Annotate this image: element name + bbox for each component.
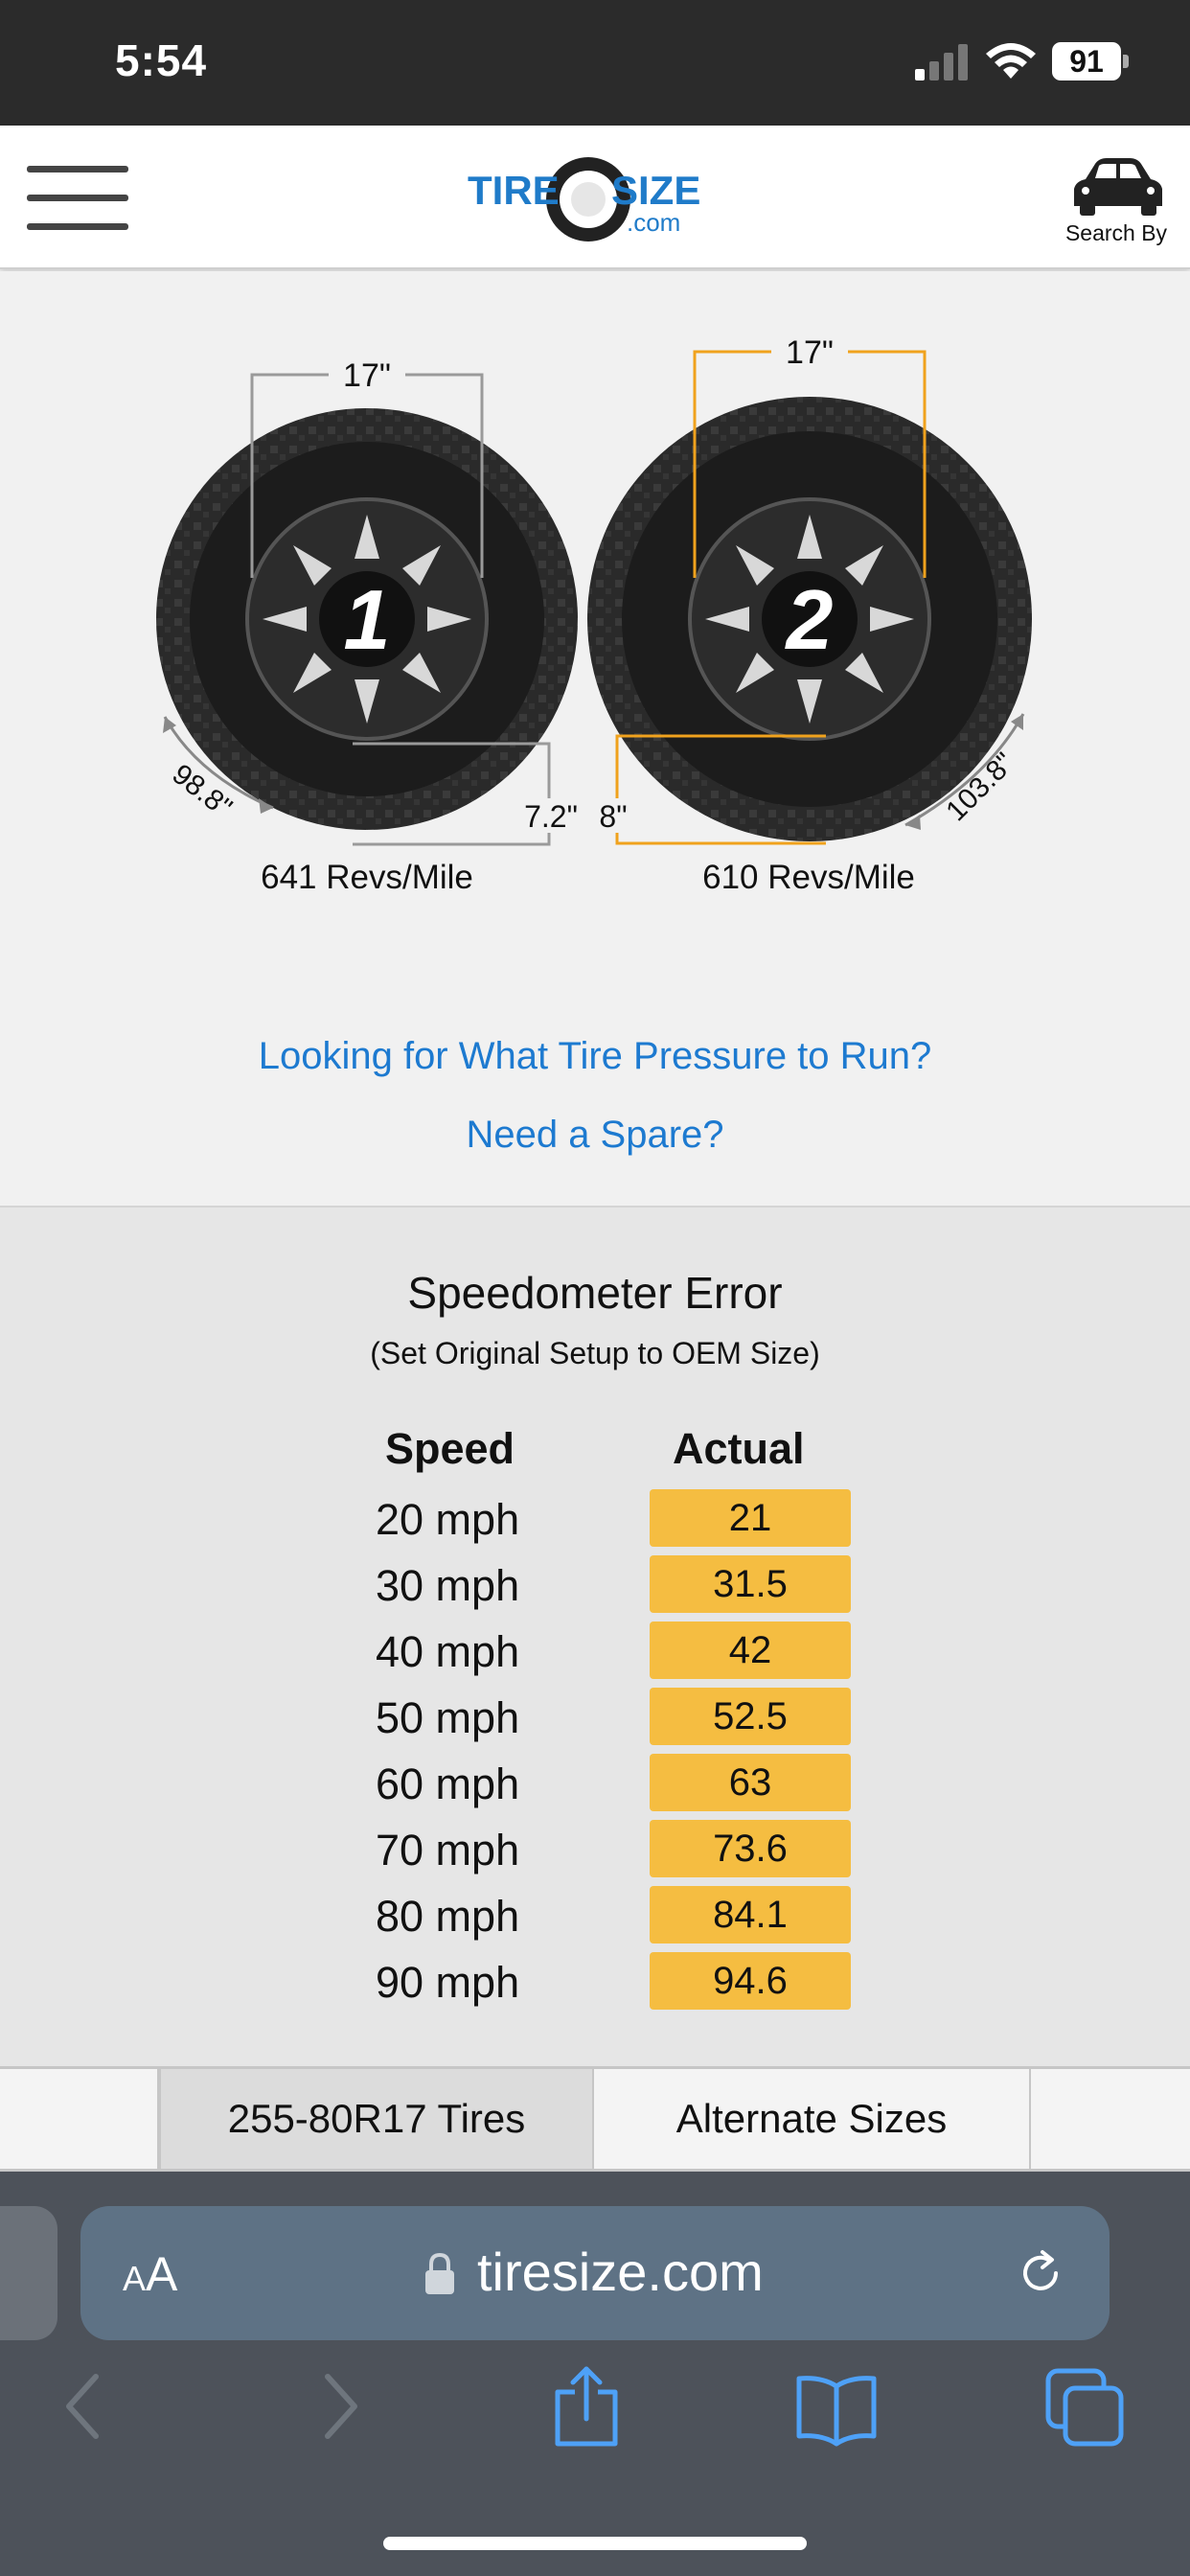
tabs-icon[interactable] bbox=[1044, 2363, 1127, 2450]
speed-row: 70 mph 73.6 bbox=[0, 1820, 1190, 1886]
search-by-button[interactable]: Search By bbox=[1054, 154, 1179, 250]
url-text: tiresize.com bbox=[477, 2242, 764, 2302]
actual-column-header: Actual bbox=[673, 1424, 805, 1473]
tire-2-revs: 610 Revs/Mile bbox=[702, 859, 915, 896]
speed-row: 60 mph 63 bbox=[0, 1754, 1190, 1820]
need-spare-link[interactable]: Need a Spare? bbox=[0, 1114, 1190, 1157]
car-icon bbox=[1074, 158, 1162, 216]
menu-button[interactable] bbox=[27, 166, 128, 230]
battery-icon: 91 bbox=[1052, 42, 1129, 80]
tire-1-revs: 641 Revs/Mile bbox=[261, 859, 473, 896]
tire-comparison: 1 17" 7.2" 98.8" 2 17" 8" 103.8" 641 Rev… bbox=[0, 271, 1190, 1206]
tire-2: 2 17" 8" 103.8" bbox=[587, 334, 1032, 845]
actual-value: 42 bbox=[650, 1622, 851, 1679]
reader-settings-button[interactable]: AA bbox=[123, 2246, 177, 2302]
speedometer-subtitle: (Set Original Setup to OEM Size) bbox=[370, 1336, 820, 1370]
wifi-icon bbox=[986, 43, 1036, 79]
speed-row: 80 mph 84.1 bbox=[0, 1886, 1190, 1952]
tire-1: 1 17" 7.2" 98.8" bbox=[156, 357, 583, 846]
back-icon[interactable] bbox=[59, 2363, 107, 2450]
speed-value: 70 mph bbox=[376, 1826, 520, 1874]
tab-alternate-sizes[interactable]: Alternate Sizes bbox=[594, 2069, 1031, 2169]
speed-value: 40 mph bbox=[376, 1627, 520, 1676]
status-bar: 5:54 91 bbox=[0, 0, 1190, 126]
tire-2-rim: 17" bbox=[786, 334, 834, 371]
speed-value: 30 mph bbox=[376, 1561, 520, 1610]
svg-text:.com: .com bbox=[627, 208, 680, 237]
actual-value: 52.5 bbox=[650, 1688, 851, 1745]
site-header: TIRE SIZE .com Search By bbox=[0, 126, 1190, 269]
actual-value: 84.1 bbox=[650, 1886, 851, 1944]
previous-tab-preview[interactable] bbox=[0, 2206, 57, 2340]
bookmarks-icon[interactable] bbox=[793, 2363, 880, 2450]
svg-text:SIZE: SIZE bbox=[611, 168, 700, 213]
speed-column-header: Speed bbox=[385, 1424, 515, 1473]
forward-icon[interactable] bbox=[316, 2363, 364, 2450]
tab-edge-right[interactable] bbox=[1031, 2069, 1190, 2169]
signal-icon bbox=[915, 44, 968, 80]
tire-1-sidewall: 7.2" bbox=[524, 799, 578, 834]
tiresize-logo[interactable]: TIRE SIZE .com bbox=[466, 147, 724, 252]
actual-value: 21 bbox=[650, 1489, 851, 1547]
speed-row: 50 mph 52.5 bbox=[0, 1688, 1190, 1754]
lock-icon bbox=[425, 2252, 454, 2294]
tab-tires[interactable]: 255-80R17 Tires bbox=[159, 2069, 594, 2169]
speedometer-title: Speedometer Error bbox=[407, 1268, 783, 1318]
speed-value: 80 mph bbox=[376, 1892, 520, 1941]
speed-row: 40 mph 42 bbox=[0, 1622, 1190, 1688]
search-by-label: Search By bbox=[1064, 220, 1168, 245]
tire-2-sidewall: 8" bbox=[599, 799, 627, 834]
status-time: 5:54 bbox=[115, 35, 208, 85]
tire-1-rim: 17" bbox=[343, 357, 391, 394]
speed-value: 90 mph bbox=[376, 1958, 520, 2007]
tire-2-number: 2 bbox=[785, 572, 834, 667]
svg-text:TIRE: TIRE bbox=[468, 168, 560, 213]
actual-value: 94.6 bbox=[650, 1952, 851, 2010]
home-indicator[interactable] bbox=[383, 2537, 807, 2550]
speed-row: 20 mph 21 bbox=[0, 1489, 1190, 1555]
tire-comparison-graphic: 1 17" 7.2" 98.8" 2 17" 8" 103.8" bbox=[156, 334, 1032, 846]
share-icon[interactable] bbox=[552, 2363, 621, 2450]
browser-toolbar: AA tiresize.com bbox=[0, 2172, 1190, 2576]
speed-row: 30 mph 31.5 bbox=[0, 1555, 1190, 1622]
tire-pressure-link[interactable]: Looking for What Tire Pressure to Run? bbox=[0, 1035, 1190, 1078]
menu-icon bbox=[27, 166, 128, 172]
battery-level: 91 bbox=[1069, 44, 1104, 79]
tab-edge-left[interactable] bbox=[0, 2069, 159, 2169]
reload-icon[interactable] bbox=[1012, 2244, 1069, 2302]
speedometer-error-section: Speedometer Error (Set Original Setup to… bbox=[0, 1206, 1190, 2066]
speed-value: 50 mph bbox=[376, 1693, 520, 1742]
speed-value: 60 mph bbox=[376, 1760, 520, 1808]
actual-value: 31.5 bbox=[650, 1555, 851, 1613]
size-tabs: 255-80R17 Tires Alternate Sizes bbox=[0, 2066, 1190, 2172]
speed-value: 20 mph bbox=[376, 1495, 520, 1544]
address-bar[interactable]: AA tiresize.com bbox=[80, 2206, 1110, 2340]
tire-1-number: 1 bbox=[344, 572, 391, 667]
actual-value: 63 bbox=[650, 1754, 851, 1811]
speed-row: 90 mph 94.6 bbox=[0, 1952, 1190, 2018]
actual-value: 73.6 bbox=[650, 1820, 851, 1877]
